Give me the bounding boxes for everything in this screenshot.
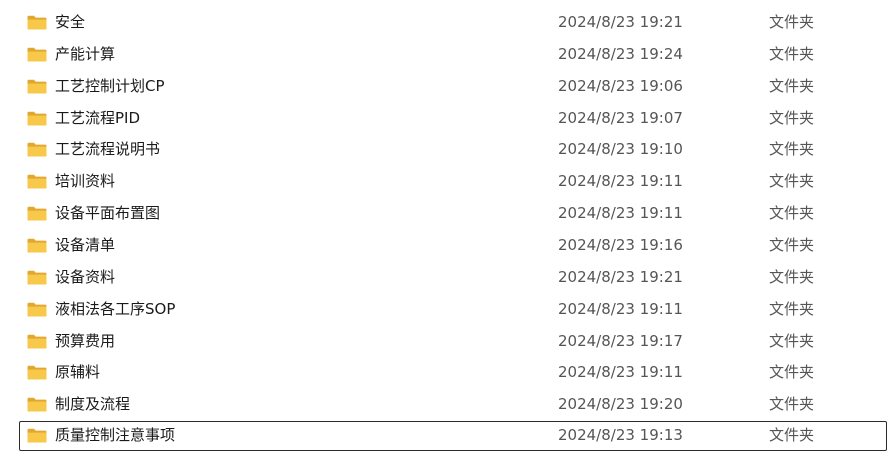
folder-icon [27, 365, 47, 380]
modified-date: 2024/8/23 19:11 [558, 299, 683, 318]
file-type: 文件夹 [769, 76, 815, 95]
modified-date: 2024/8/23 19:24 [558, 44, 683, 63]
modified-date: 2024/8/23 19:20 [558, 395, 683, 414]
file-type: 文件夹 [769, 204, 815, 223]
list-item[interactable]: 安全 2024/8/23 19:21 文件夹 [19, 8, 887, 36]
file-type: 文件夹 [769, 108, 815, 127]
file-type: 文件夹 [769, 395, 815, 414]
file-name: 设备平面布置图 [55, 204, 161, 223]
modified-date: 2024/8/23 19:16 [558, 235, 683, 254]
modified-date: 2024/8/23 19:13 [558, 426, 683, 445]
list-item[interactable]: 原辅料 2024/8/23 19:11 文件夹 [19, 358, 887, 386]
folder-icon [27, 270, 47, 285]
file-type: 文件夹 [769, 140, 815, 159]
file-type: 文件夹 [769, 44, 815, 63]
list-item[interactable]: 液相法各工序SOP 2024/8/23 19:11 文件夹 [19, 295, 887, 323]
file-name: 液相法各工序SOP [55, 299, 176, 318]
file-name: 设备清单 [55, 235, 116, 254]
list-item[interactable]: 工艺控制计划CP 2024/8/23 19:06 文件夹 [19, 72, 887, 100]
list-item[interactable]: 设备资料 2024/8/23 19:21 文件夹 [19, 263, 887, 291]
list-item[interactable]: 设备平面布置图 2024/8/23 19:11 文件夹 [19, 199, 887, 227]
folder-icon [27, 174, 47, 189]
file-name: 质量控制注意事项 [55, 426, 176, 445]
file-type: 文件夹 [769, 299, 815, 318]
modified-date: 2024/8/23 19:11 [558, 172, 683, 191]
folder-icon [27, 15, 47, 30]
folder-icon [27, 47, 47, 62]
modified-date: 2024/8/23 19:21 [558, 13, 683, 31]
list-item[interactable]: 预算费用 2024/8/23 19:17 文件夹 [19, 327, 887, 355]
file-name: 工艺流程说明书 [55, 140, 161, 159]
folder-icon [27, 334, 47, 349]
folder-icon [27, 142, 47, 157]
folder-icon [27, 428, 47, 443]
file-type: 文件夹 [769, 172, 815, 191]
folder-icon [27, 206, 47, 221]
file-name: 工艺流程PID [55, 108, 141, 127]
file-type: 文件夹 [769, 267, 815, 286]
modified-date: 2024/8/23 19:07 [558, 108, 683, 127]
list-item[interactable]: 产能计算 2024/8/23 19:24 文件夹 [19, 40, 887, 68]
modified-date: 2024/8/23 19:06 [558, 76, 683, 95]
file-name: 制度及流程 [55, 395, 131, 414]
file-name: 工艺控制计划CP [55, 76, 165, 95]
file-type: 文件夹 [769, 426, 815, 445]
file-type: 文件夹 [769, 363, 815, 382]
modified-date: 2024/8/23 19:17 [558, 331, 683, 350]
modified-date: 2024/8/23 19:10 [558, 140, 683, 159]
folder-icon [27, 238, 47, 253]
file-name: 安全 [55, 13, 86, 31]
folder-icon [27, 111, 47, 126]
folder-icon [27, 79, 47, 94]
list-item[interactable]: 工艺流程PID 2024/8/23 19:07 文件夹 [19, 104, 887, 132]
file-name: 培训资料 [55, 172, 116, 191]
list-item[interactable]: 培训资料 2024/8/23 19:11 文件夹 [19, 167, 887, 195]
file-type: 文件夹 [769, 13, 815, 31]
file-list: 安全 2024/8/23 19:21 文件夹 产能计算 2024/8/23 19:24 文… [0, 0, 888, 473]
file-type: 文件夹 [769, 331, 815, 350]
file-name: 设备资料 [55, 267, 116, 286]
modified-date: 2024/8/23 19:21 [558, 267, 683, 286]
modified-date: 2024/8/23 19:11 [558, 204, 683, 223]
list-item[interactable]: 工艺流程说明书 2024/8/23 19:10 文件夹 [19, 135, 887, 163]
list-item[interactable]: 设备清单 2024/8/23 19:16 文件夹 [19, 231, 887, 259]
folder-icon [27, 397, 47, 412]
modified-date: 2024/8/23 19:11 [558, 363, 683, 382]
file-name: 预算费用 [55, 331, 116, 350]
folder-icon [27, 302, 47, 317]
file-name: 产能计算 [55, 44, 116, 63]
file-type: 文件夹 [769, 235, 815, 254]
list-item[interactable]: 质量控制注意事项 2024/8/23 19:13 文件夹 [19, 421, 887, 452]
list-item[interactable]: 制度及流程 2024/8/23 19:20 文件夹 [19, 390, 887, 418]
file-name: 原辅料 [55, 363, 101, 382]
